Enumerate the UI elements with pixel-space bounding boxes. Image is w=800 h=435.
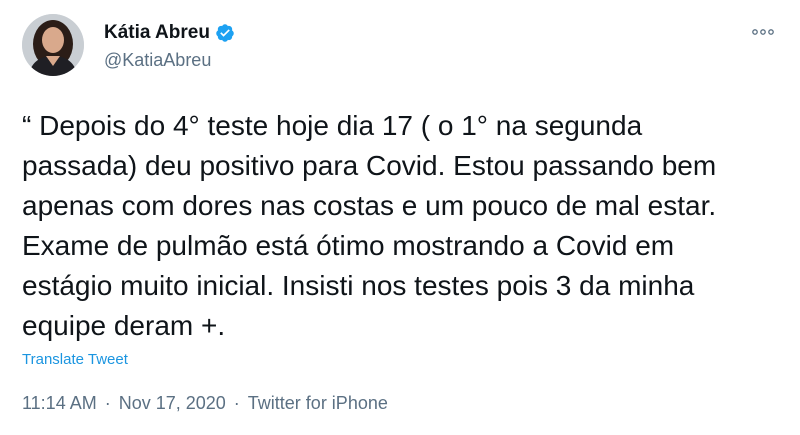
tweet-time[interactable]: 11:14 AM (22, 393, 97, 414)
tweet-source-link[interactable]: Twitter for iPhone (248, 393, 388, 414)
translate-tweet-link[interactable]: Translate Tweet (22, 351, 128, 368)
meta-separator: · (233, 393, 240, 413)
author-handle[interactable]: @KatiaAbreu (104, 50, 211, 71)
tweet-metadata: 11:14 AM · Nov 17, 2020 · Twitter for iP… (22, 393, 388, 414)
tweet-text: “ Depois do 4° teste hoje dia 17 ( o 1° … (22, 110, 717, 341)
profile-photo-icon (22, 14, 84, 76)
avatar[interactable] (22, 14, 84, 76)
more-options-button[interactable] (748, 22, 778, 42)
author-name[interactable]: Kátia Abreu (104, 22, 210, 44)
meta-separator: · (104, 393, 111, 413)
author-name-row: Kátia Abreu (104, 22, 235, 44)
tweet-date[interactable]: Nov 17, 2020 (119, 393, 226, 414)
more-dots-icon (752, 29, 774, 35)
verified-badge-icon (215, 23, 235, 43)
tweet-card: Kátia Abreu @KatiaAbreu “ Depois do 4° t… (0, 0, 800, 435)
